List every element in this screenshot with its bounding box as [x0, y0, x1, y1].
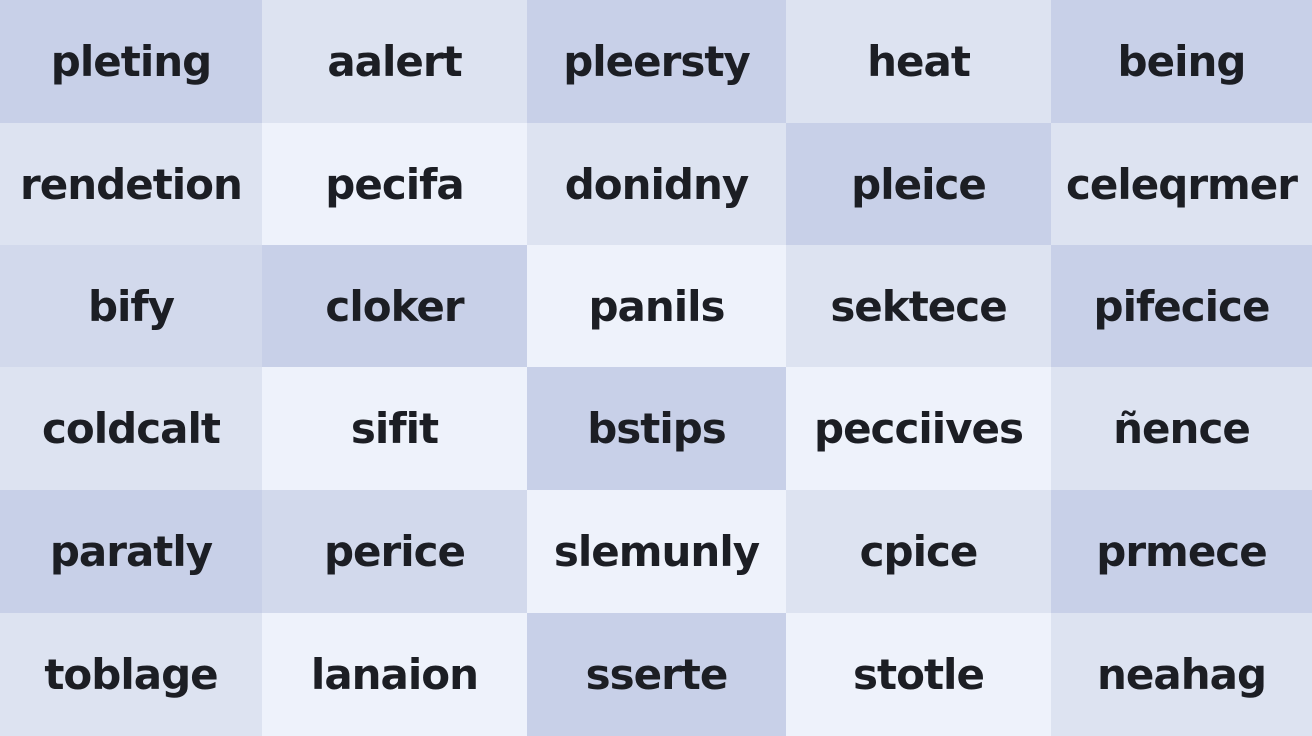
grid-cell: bify [0, 245, 262, 367]
grid-cell: perice [262, 490, 527, 613]
grid-cell: neahag [1051, 613, 1312, 736]
cell-word: lanaion [310, 650, 479, 699]
cell-word: toblage [44, 650, 218, 699]
grid-cell: pleice [786, 123, 1051, 245]
cell-word: rendetion [20, 159, 243, 209]
cell-word: neahag [1096, 650, 1267, 699]
cell-word: stotle [853, 650, 985, 699]
cell-word: sserte [585, 650, 729, 699]
cell-word: cpice [859, 527, 979, 576]
cell-word: being [1117, 37, 1247, 86]
word-grid: pleting aalert pleersty heat being rende… [0, 0, 1312, 736]
grid-cell: pecifa [262, 123, 527, 245]
cell-word: heat [867, 37, 971, 86]
grid-cell: pleting [0, 0, 262, 123]
cell-word: slemunly [553, 527, 760, 576]
cell-word: sifit [350, 404, 439, 453]
grid-cell: sektece [786, 245, 1051, 367]
cell-word: pleice [851, 159, 987, 209]
grid-cell: aalert [262, 0, 527, 123]
cell-word: bstips [587, 404, 727, 453]
cell-word: bify [87, 281, 175, 331]
grid-cell: sserte [527, 613, 786, 736]
cell-word: celeqrmer [1065, 159, 1298, 209]
grid-cell: panils [527, 245, 786, 367]
cell-word: prmece [1096, 527, 1267, 576]
cell-word: perice [323, 527, 466, 576]
cell-word: paratly [49, 527, 213, 576]
cell-word: aalert [327, 37, 462, 86]
cell-word: donidny [564, 159, 750, 209]
grid-cell: sifit [262, 367, 527, 490]
grid-cell: donidny [527, 123, 786, 245]
cell-word: pifecice [1093, 281, 1271, 331]
cell-word: pleting [50, 37, 212, 86]
cell-word: cloker [325, 281, 464, 331]
grid-cell: pifecice [1051, 245, 1312, 367]
grid-cell: bstips [527, 367, 786, 490]
cell-word: pleersty [563, 37, 751, 86]
grid-cell: paratly [0, 490, 262, 613]
grid-cell: stotle [786, 613, 1051, 736]
cell-word: sektece [830, 281, 1007, 331]
grid-cell: coldcalt [0, 367, 262, 490]
grid-cell: heat [786, 0, 1051, 123]
grid-cell: lanaion [262, 613, 527, 736]
cell-word: pecifa [325, 159, 464, 209]
cell-word: coldcalt [42, 404, 221, 453]
cell-word: ñence [1113, 404, 1251, 453]
grid-cell: pleersty [527, 0, 786, 123]
grid-cell: cloker [262, 245, 527, 367]
grid-cell: slemunly [527, 490, 786, 613]
grid-cell: cpice [786, 490, 1051, 613]
grid-cell: toblage [0, 613, 262, 736]
cell-word: pecciives [814, 404, 1024, 453]
cell-word: panils [588, 281, 725, 331]
grid-cell: celeqrmer [1051, 123, 1312, 245]
grid-cell: ñence [1051, 367, 1312, 490]
grid-cell: prmece [1051, 490, 1312, 613]
grid-cell: being [1051, 0, 1312, 123]
grid-cell: rendetion [0, 123, 262, 245]
grid-cell: pecciives [786, 367, 1051, 490]
